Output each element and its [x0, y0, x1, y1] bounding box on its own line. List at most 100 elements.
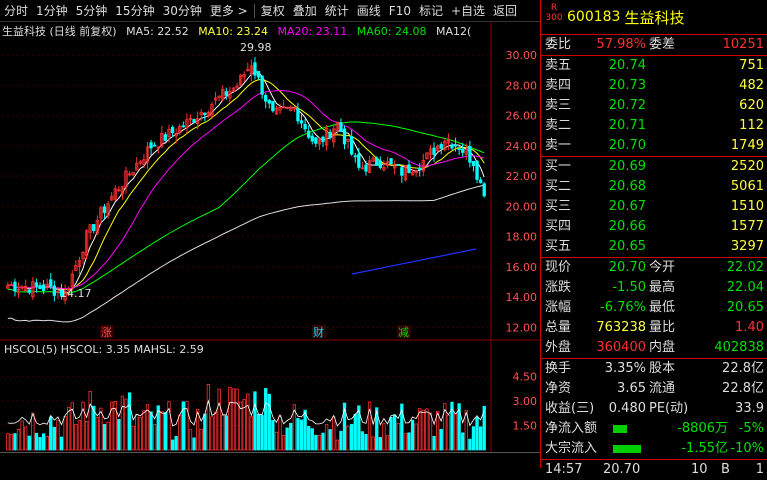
- value: 20.65: [726, 300, 764, 315]
- value: 620: [739, 98, 764, 113]
- volume-bar: [170, 439, 175, 451]
- value: 3.35%: [604, 361, 646, 376]
- volume-bar: [299, 419, 304, 451]
- price-tick: 24.00: [506, 140, 538, 153]
- money-flow: 净流入额 -8806万 -5% 大宗流入 -1.55亿 -10%: [541, 419, 767, 460]
- market-badge: R 300: [545, 3, 563, 23]
- volume-bar: [382, 423, 386, 451]
- volume-bar: [238, 401, 243, 451]
- volume-bar: [253, 391, 257, 451]
- volume-bar: [296, 418, 300, 451]
- volume-bar: [163, 412, 168, 451]
- volume-bar: [475, 417, 479, 451]
- label: 买三: [545, 199, 572, 214]
- volume-bar: [310, 428, 314, 451]
- label: 净资: [545, 381, 572, 396]
- value: 22.8亿: [722, 381, 764, 396]
- value: 751: [739, 58, 764, 73]
- volume-bar: [414, 423, 418, 451]
- ask-row: 卖五 20.74 751: [541, 56, 767, 76]
- candle-down: [389, 158, 393, 165]
- volume-bar: [203, 413, 207, 451]
- volume-bar: [99, 407, 103, 451]
- volume-bar: [153, 424, 157, 451]
- value: 3297: [730, 239, 764, 254]
- volume-bar: [332, 416, 336, 451]
- flow-bar: [613, 425, 627, 433]
- bottom-tab-strip: [0, 452, 540, 469]
- volume-bar: [249, 416, 254, 451]
- candle-down: [153, 144, 157, 147]
- label: 最低: [649, 300, 676, 315]
- price-tick: 26.00: [506, 110, 538, 123]
- event-tag-label: 减: [398, 326, 409, 339]
- value: -1.55亿: [681, 441, 728, 456]
- kline-chart[interactable]: 30.00 28.00 26.00 24.00 22.00 20.00 18.00 16.00…: [0, 0, 540, 468]
- value: 10251: [722, 37, 764, 52]
- candle-down: [471, 160, 476, 166]
- volume-bar: [24, 426, 28, 451]
- price-tick: 20.00: [506, 200, 538, 213]
- tick-time: 14:57: [545, 462, 583, 477]
- volume-bar: [289, 422, 293, 451]
- value: 22.8亿: [722, 361, 764, 376]
- value: 20.70: [608, 138, 646, 153]
- volume-bar: [9, 433, 14, 451]
- sub-indicator-label: HSCOL(5) HSCOL: 3.35 MAHSL: 2.59: [4, 343, 204, 356]
- label: 净流入额: [545, 421, 598, 436]
- value: 20.68: [608, 179, 646, 194]
- label: 买一: [545, 159, 572, 174]
- volume-bar: [418, 408, 422, 451]
- bid-row: 买五 20.65 3297: [541, 237, 767, 257]
- price-tick: 28.00: [506, 79, 538, 92]
- candle-down: [271, 100, 275, 112]
- volume-bar: [210, 416, 214, 451]
- volume-bar: [435, 411, 440, 451]
- high-annotation: 29.98: [240, 41, 272, 54]
- volume-bar: [174, 436, 178, 451]
- volume-bar: [324, 424, 329, 451]
- price-tick: 14.00: [506, 291, 538, 304]
- candle-down: [49, 279, 53, 287]
- volume-bar: [446, 414, 451, 451]
- bid-row: 买二 20.68 5061: [541, 177, 767, 197]
- tick-count: 1: [755, 462, 764, 477]
- volume-bar: [31, 412, 35, 451]
- volume-bar: [478, 426, 483, 451]
- candle-down: [453, 144, 458, 147]
- stat-row: 总量 763238 量比 1.40: [541, 318, 767, 338]
- candle-down: [457, 148, 461, 151]
- volume-bar: [353, 413, 357, 451]
- volume-bar: [120, 395, 125, 451]
- volume-bar: [267, 393, 271, 451]
- ask-row: 卖四 20.73 482: [541, 76, 767, 96]
- stat-row: 外盘 360400 内盘 402838: [541, 338, 767, 358]
- volume-bar: [321, 432, 325, 451]
- candle-down: [314, 137, 318, 144]
- stat-row: 涨幅 -6.76% 最低 20.65: [541, 298, 767, 318]
- label: 卖一: [545, 138, 572, 153]
- value: 2520: [730, 159, 764, 174]
- order-ratio-row: 委比 57.98% 委差 10251: [541, 35, 767, 56]
- trend-line[interactable]: [351, 248, 477, 275]
- candle-down: [149, 142, 153, 149]
- candle-down: [299, 120, 304, 124]
- label: 股本: [649, 361, 676, 376]
- volume-bar: [45, 436, 49, 451]
- volume-bar: [224, 415, 228, 451]
- flow-row: 净流入额 -8806万 -5%: [541, 419, 767, 439]
- candle-down: [163, 134, 168, 141]
- candle-down: [34, 282, 39, 287]
- candle-down: [307, 130, 311, 138]
- ask-row: 卖二 20.71 112: [541, 116, 767, 136]
- volume-tick: 4.50: [513, 370, 538, 383]
- volume-bar: [117, 419, 121, 451]
- value: 1749: [730, 138, 764, 153]
- volume-bar: [131, 425, 135, 451]
- volume-bar: [49, 416, 53, 451]
- volume-bar: [59, 436, 64, 451]
- volume-bar: [307, 425, 311, 451]
- bid-row: 买一 20.69 2520: [541, 157, 767, 177]
- candle-down: [310, 135, 314, 142]
- volume-bar: [256, 413, 261, 451]
